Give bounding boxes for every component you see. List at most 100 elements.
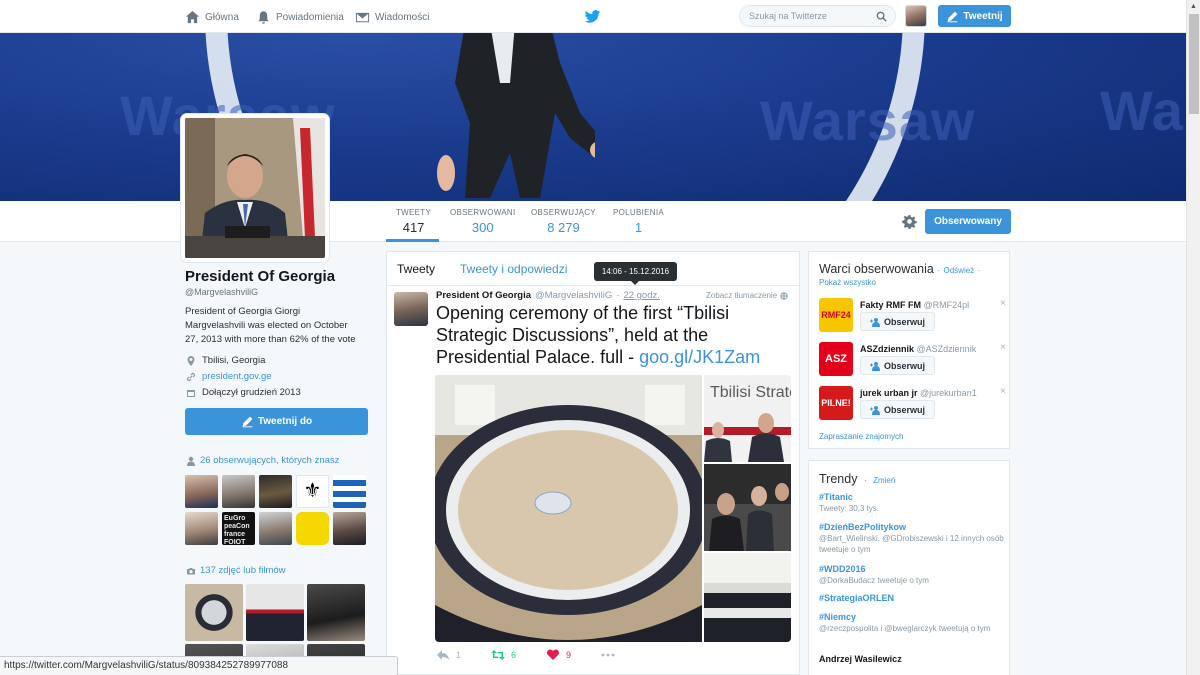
suggestion-name-line[interactable]: ASZdziennik @ASZdziennik (860, 344, 976, 354)
trend-tag[interactable]: #DzieńBezPolitykow (819, 522, 1005, 532)
trend-item[interactable]: #Niemcy @rzeczpospolita i @bweglarczyk t… (819, 612, 1005, 634)
nav-notifications[interactable]: Powiadomienia (256, 9, 344, 25)
suggestion-name: Fakty RMF FM (860, 300, 922, 310)
follower-avatar-snapchat[interactable] (296, 512, 329, 545)
tweet-header: President Of Georgia @MargvelashviliG · … (436, 290, 660, 301)
trend-item[interactable]: #Titanic Tweety: 30,3 tys. (819, 492, 1005, 514)
tweet-photo-3[interactable] (704, 464, 791, 551)
suggestion-name-line[interactable]: jurek urban jr @jurekurban1 (860, 388, 977, 398)
tweet-link[interactable]: goo.gl/JK1Zam (639, 347, 760, 367)
follow-person-plus-icon (869, 317, 880, 327)
profile-website[interactable]: president.gov.ge (186, 371, 272, 382)
follower-avatar[interactable] (333, 512, 366, 545)
more-actions[interactable] (601, 649, 615, 661)
stat-tweets[interactable]: TWEETY 417 (396, 208, 431, 235)
follow-button-label: Obserwuj (883, 316, 925, 327)
account-logo[interactable]: ASZ (819, 342, 853, 376)
show-all-link[interactable]: Pokaż wszystko (819, 278, 876, 287)
dismiss-icon[interactable]: × (1000, 386, 1006, 397)
see-translation-text: Zobacz tłumaczenie (706, 291, 778, 300)
link-icon (186, 372, 196, 381)
trend-tag[interactable]: #WDD2016 (819, 564, 1005, 574)
trend-item[interactable]: #StrategiaORLEN (819, 593, 1005, 603)
follower-avatar[interactable] (185, 512, 218, 545)
tweet-author-avatar[interactable] (394, 292, 428, 326)
location-pin-icon (187, 355, 195, 366)
refresh-link[interactable]: Odśwież (944, 266, 975, 275)
follower-avatar-text-logo[interactable]: EuGro peaCon france FOIOT (222, 512, 255, 546)
media-thumbnail[interactable] (246, 584, 304, 641)
trend-item[interactable]: Andrzej Wasilewicz (819, 654, 1005, 664)
account-logo[interactable]: PILNE! (819, 386, 853, 420)
profile-website-link[interactable]: president.gov.ge (202, 371, 272, 382)
trend-item[interactable]: #WDD2016 @DorkaBudacz tweetuje o tym (819, 564, 1005, 586)
tab-tweets[interactable]: Tweety (397, 262, 435, 276)
envelope-icon (355, 12, 370, 22)
stat-likes[interactable]: POLUBIENIA 1 (613, 208, 664, 235)
tweet-to-button[interactable]: Tweetnij do (185, 408, 368, 435)
trend-tag[interactable]: #StrategiaORLEN (819, 593, 1005, 603)
timeline-tabs: Tweety Tweety i odpowiedzi (387, 252, 799, 286)
follow-button[interactable]: Obserwuj (860, 356, 935, 375)
scroll-up-arrow-icon[interactable]: ▲ (1187, 0, 1200, 13)
trend-tag[interactable]: #Niemcy (819, 612, 1005, 622)
trend-tag[interactable]: #Titanic (819, 492, 1005, 502)
follower-avatar[interactable] (222, 475, 255, 508)
follow-button[interactable]: Obserwuj (860, 312, 935, 331)
reply-action[interactable]: 1 (436, 649, 461, 661)
page-scrollbar[interactable]: ▲ (1186, 0, 1200, 675)
twitter-bird-logo[interactable] (584, 8, 601, 25)
tweet-photo-main[interactable] (435, 375, 702, 642)
see-translation-link[interactable]: Zobacz tłumaczenie (706, 291, 788, 300)
scrollbar-thumb[interactable] (1189, 14, 1199, 114)
profile-location-text: Tbilisi, Georgia (202, 355, 266, 366)
nav-home[interactable]: Główna (185, 9, 239, 25)
compose-icon (242, 416, 253, 428)
home-icon (185, 10, 200, 23)
retweet-icon (491, 650, 506, 660)
media-link[interactable]: 137 zdjęć lub filmów (186, 565, 286, 576)
suggestion-name: jurek urban jr (860, 388, 918, 398)
like-action[interactable]: 9 (546, 649, 571, 661)
search-input[interactable]: Szukaj na Twitterze (739, 5, 896, 27)
tweet-author-name[interactable]: President Of Georgia (436, 290, 531, 301)
search-icon[interactable] (876, 11, 887, 22)
trend-tag[interactable]: Andrzej Wasilewicz (819, 654, 1005, 664)
invite-friends-link[interactable]: Zapraszanie znajomych (819, 432, 903, 441)
follower-avatar[interactable] (185, 475, 218, 508)
tab-tweets-and-replies[interactable]: Tweety i odpowiedzi (460, 262, 567, 276)
gear-icon[interactable] (902, 214, 917, 229)
follow-button[interactable]: Obserwuj (860, 400, 935, 419)
follower-avatar[interactable] (259, 475, 292, 508)
media-thumbnail[interactable] (185, 584, 243, 641)
profile-handle[interactable]: @MargvelashviliG (185, 287, 258, 297)
tweet-photo-4[interactable] (704, 553, 791, 642)
stat-following[interactable]: OBSERWOWANI 300 (450, 208, 516, 235)
following-button[interactable]: Obserwowany (925, 209, 1011, 234)
dismiss-icon[interactable]: × (1000, 342, 1006, 353)
tweet-timestamp[interactable]: 22 godz. (623, 290, 659, 301)
nav-messages[interactable]: Wiadomości (355, 9, 429, 25)
tweet-button[interactable]: Tweetnij (938, 5, 1011, 27)
follower-avatar-flag[interactable] (333, 475, 366, 508)
change-trends-link[interactable]: Zmień (873, 476, 895, 485)
trends-card: Trendy · Zmień #Titanic Tweety: 30,3 tys… (808, 460, 1010, 675)
retweet-action[interactable]: 6 (491, 649, 516, 661)
media-thumbnail[interactable] (307, 584, 365, 641)
stat-followers[interactable]: OBSERWUJĄCY 8 279 (531, 208, 596, 235)
person-icon (187, 456, 195, 466)
profile-photo (185, 118, 325, 258)
follower-avatar[interactable] (259, 512, 292, 545)
user-avatar[interactable] (905, 5, 927, 27)
suggestion-name-line[interactable]: Fakty RMF FM @RMF24pl (860, 300, 969, 310)
follower-avatar-emblem[interactable]: ⚜ (296, 475, 329, 508)
tweet-author-handle[interactable]: @MargvelashviliG (535, 290, 612, 301)
dismiss-icon[interactable]: × (1000, 298, 1006, 309)
tweet-photo-2[interactable]: Tbilisi Strategic Discussion (704, 375, 791, 462)
account-logo[interactable]: RMF24 (819, 298, 853, 332)
trend-item[interactable]: #DzieńBezPolitykow @Bart_Wielinski, @GDr… (819, 522, 1005, 555)
media-count-text: 137 zdjęć lub filmów (200, 565, 286, 576)
suggestion-item: RMF24 Fakty RMF FM @RMF24pl × Obserwuj (819, 298, 1006, 334)
profile-avatar[interactable] (181, 114, 329, 262)
followers-you-know-link[interactable]: 26 obserwujących, których znasz (186, 455, 339, 466)
